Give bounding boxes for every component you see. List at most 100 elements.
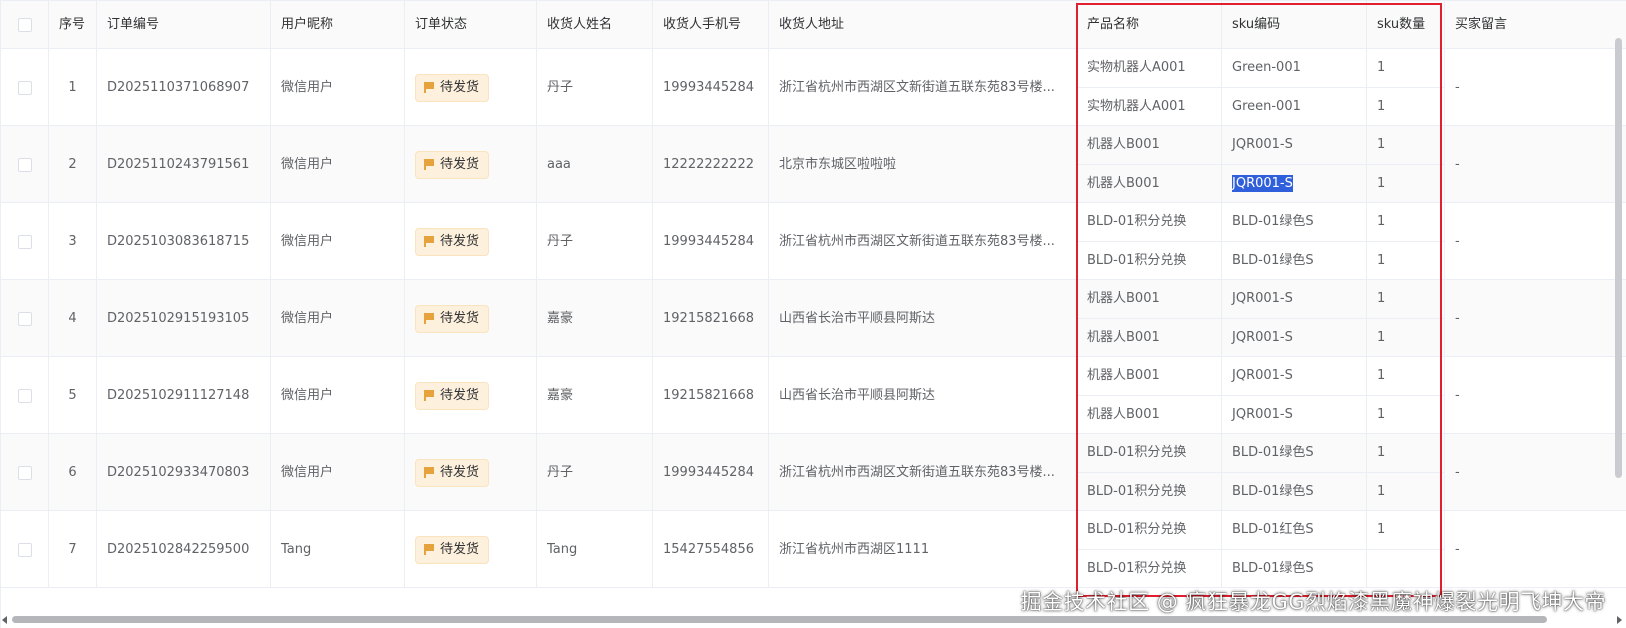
table-row[interactable]: 5 D2025102911127148 微信用户 嘉豪 19215821668 山西省长治… <box>1 357 1626 434</box>
product-list: 机器人B001 JQR001-S 1 机器人B001 JQR001-S 1 <box>1077 280 1445 357</box>
row-select[interactable] <box>1 126 49 203</box>
row-select[interactable] <box>1 280 49 357</box>
cell-order-no: D2025103083618715 <box>97 203 271 280</box>
cell-address: 浙江省杭州市西湖区文新街道五联东苑83号楼... <box>769 434 1077 511</box>
product-name: 实物机器人A001 <box>1077 87 1222 126</box>
cell-buyer-message: - <box>1455 388 1460 403</box>
table-header: 序号 订单编号 用户昵称 订单状态 收货人姓名 收货人手机号 收货人地址 产品名… <box>1 1 1626 49</box>
cell-receiver-phone: 19993445284 <box>653 49 769 126</box>
cell-index: 1 <box>49 49 97 126</box>
cell-order-no: D2025102911127148 <box>97 357 271 434</box>
header-sku-code: sku编码 <box>1222 1 1367 49</box>
sku-quantity: 1 <box>1367 241 1445 280</box>
row-checkbox[interactable] <box>17 542 32 557</box>
status-badge: 待发货 <box>415 150 490 179</box>
header-receiver-phone: 收货人手机号 <box>653 1 769 49</box>
product-list: BLD-01积分兑换 BLD-01红色S 1 BLD-01积分兑换 BLD-01绿色S <box>1077 511 1445 588</box>
product-name: 机器人B001 <box>1077 126 1222 165</box>
cell-receiver-phone: 19215821668 <box>653 280 769 357</box>
cell-address: 浙江省杭州市西湖区1111 <box>769 511 1077 588</box>
product-name: 机器人B001 <box>1077 395 1222 434</box>
cell-status: 待发货 <box>405 280 537 357</box>
product-name: BLD-01积分兑换 <box>1077 511 1222 550</box>
status-text: 待发货 <box>440 541 480 557</box>
table-row[interactable]: 2 D2025110243791561 微信用户 aaa 12222222222 北京市东… <box>1 126 1626 203</box>
sku-quantity: 1 <box>1367 395 1445 434</box>
product-list: BLD-01积分兑换 BLD-01绿色S 1 BLD-01积分兑换 BLD-01绿色S 1 <box>1077 434 1445 511</box>
sku-code: JQR001-S <box>1222 318 1367 357</box>
table-row[interactable]: 7 D2025102842259500 Tang Tang 15427554856 浙江省… <box>1 511 1626 588</box>
flag-icon <box>424 82 434 93</box>
status-badge: 待发货 <box>415 304 490 333</box>
row-select[interactable] <box>1 511 49 588</box>
cell-receiver-phone: 19993445284 <box>653 434 769 511</box>
cell-buyer-message: - <box>1455 311 1460 326</box>
vertical-scrollbar[interactable] <box>1615 38 1622 478</box>
sku-code: JQR001-S <box>1222 280 1367 319</box>
row-checkbox[interactable] <box>17 157 32 172</box>
header-buyer-message: 买家留言 <box>1455 17 1508 32</box>
cell-status: 待发货 <box>405 511 537 588</box>
product-item: BLD-01积分兑换 BLD-01绿色S <box>1077 549 1445 588</box>
cell-address: 浙江省杭州市西湖区文新街道五联东苑83号楼... <box>769 49 1077 126</box>
product-item: 实物机器人A001 Green-001 1 <box>1077 49 1445 88</box>
header-product-name: 产品名称 <box>1077 1 1222 49</box>
sku-quantity: 1 <box>1367 318 1445 357</box>
cell-status: 待发货 <box>405 203 537 280</box>
row-select[interactable] <box>1 357 49 434</box>
cell-nickname: 微信用户 <box>271 280 405 357</box>
row-select[interactable] <box>1 434 49 511</box>
sku-quantity: 1 <box>1367 49 1445 88</box>
cell-status: 待发货 <box>405 357 537 434</box>
product-name: 机器人B001 <box>1077 280 1222 319</box>
cell-nickname: 微信用户 <box>271 203 405 280</box>
row-checkbox[interactable] <box>17 388 32 403</box>
sku-quantity <box>1367 549 1445 588</box>
cell-index: 7 <box>49 511 97 588</box>
header-address: 收货人地址 <box>769 1 1077 49</box>
selected-text[interactable]: JQR001-S <box>1232 174 1293 192</box>
cell-address: 山西省长治市平顺县阿斯达 <box>769 357 1077 434</box>
product-name: 实物机器人A001 <box>1077 49 1222 88</box>
sku-code: BLD-01绿色S <box>1222 203 1367 242</box>
table-row[interactable]: 4 D2025102915193105 微信用户 嘉豪 19215821668 山西省长治… <box>1 280 1626 357</box>
sku-quantity: 1 <box>1367 434 1445 473</box>
cell-receiver-phone: 19993445284 <box>653 203 769 280</box>
row-checkbox[interactable] <box>17 234 32 249</box>
cell-buyer-message: - <box>1455 80 1460 95</box>
cell-buyer-message: - <box>1455 542 1460 557</box>
table-row[interactable]: 3 D2025103083618715 微信用户 丹子 19993445284 浙江省杭州… <box>1 203 1626 280</box>
cell-index: 5 <box>49 357 97 434</box>
cell-index: 6 <box>49 434 97 511</box>
row-checkbox[interactable] <box>17 465 32 480</box>
sku-code: JQR001-S <box>1222 126 1367 165</box>
table-row[interactable]: 1 D2025110371068907 微信用户 丹子 19993445284 浙江省杭州… <box>1 49 1626 126</box>
cell-index: 4 <box>49 280 97 357</box>
select-all-checkbox[interactable] <box>17 17 32 32</box>
product-item: BLD-01积分兑换 BLD-01红色S 1 <box>1077 511 1445 550</box>
cell-order-no: D2025110371068907 <box>97 49 271 126</box>
header-select-all[interactable] <box>1 1 49 49</box>
row-checkbox[interactable] <box>17 311 32 326</box>
cell-receiver-phone: 19215821668 <box>653 357 769 434</box>
sku-quantity: 1 <box>1367 126 1445 165</box>
product-name: 机器人B001 <box>1077 318 1222 357</box>
product-item: 机器人B001 JQR001-S 1 <box>1077 126 1445 165</box>
scroll-right-arrow-icon[interactable] <box>1617 616 1622 624</box>
horizontal-scrollbar[interactable] <box>12 616 1547 623</box>
sku-code: Green-001 <box>1222 49 1367 88</box>
sku-code: JQR001-S <box>1222 164 1367 203</box>
scroll-left-arrow-icon[interactable] <box>2 616 7 624</box>
flag-icon <box>424 467 434 478</box>
table-row[interactable]: 6 D2025102933470803 微信用户 丹子 19993445284 浙江省杭州… <box>1 434 1626 511</box>
flag-icon <box>424 544 434 555</box>
cell-address: 浙江省杭州市西湖区文新街道五联东苑83号楼... <box>769 203 1077 280</box>
cell-receiver-name: Tang <box>537 511 653 588</box>
row-checkbox[interactable] <box>17 80 32 95</box>
row-select[interactable] <box>1 49 49 126</box>
product-name: BLD-01积分兑换 <box>1077 549 1222 588</box>
row-select[interactable] <box>1 203 49 280</box>
product-item: 机器人B001 JQR001-S 1 <box>1077 280 1445 319</box>
cell-nickname: 微信用户 <box>271 49 405 126</box>
sku-code: Green-001 <box>1222 87 1367 126</box>
